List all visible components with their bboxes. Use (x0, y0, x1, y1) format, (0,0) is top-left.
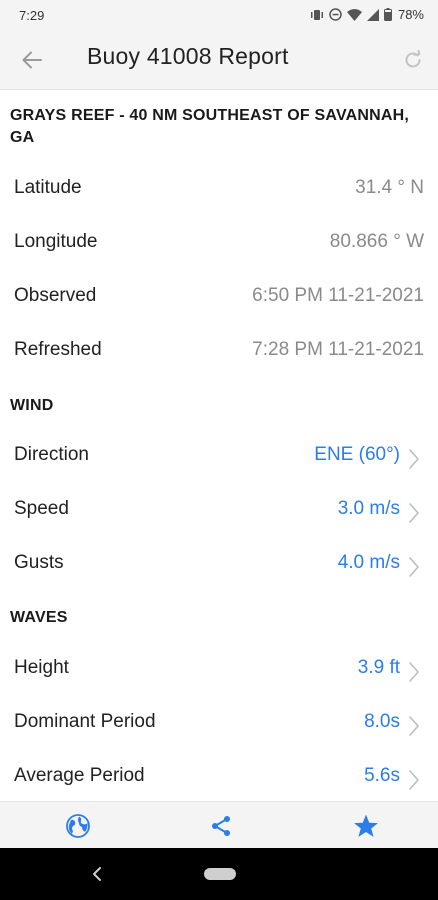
info-row-latitude: Latitude 31.4 ° N (0, 164, 438, 218)
wind-row-gusts[interactable]: Gusts 4.0 m/s (0, 539, 438, 593)
map-button[interactable] (63, 813, 93, 839)
favorite-button[interactable] (351, 813, 381, 839)
globe-icon (66, 814, 90, 838)
nav-back-icon[interactable] (88, 864, 106, 884)
row-label: Observed (14, 285, 97, 306)
row-label: Speed (14, 498, 69, 519)
system-nav-bar (0, 848, 438, 900)
row-value: 31.4 ° N (355, 177, 424, 198)
row-value: 7:28 PM 11-21-2021 (252, 339, 424, 360)
vibrate-icon (310, 9, 323, 20)
row-value: ENE (60°) (314, 444, 400, 465)
nav-home-pill[interactable] (204, 868, 236, 880)
row-value: 4.0 m/s (337, 552, 400, 573)
waves-row-dominant-period[interactable]: Dominant Period 8.0s (0, 698, 438, 752)
row-value: 8.0s (364, 711, 400, 732)
status-icons: 78% (310, 7, 424, 22)
row-label: Direction (14, 444, 89, 465)
info-row-observed: Observed 6:50 PM 11-21-2021 (0, 272, 438, 326)
refresh-button[interactable] (400, 47, 426, 73)
section-header-wind: WIND (10, 397, 54, 414)
row-value: 3.9 ft (357, 657, 400, 678)
back-button[interactable] (16, 46, 48, 74)
row-value: 5.6s (364, 765, 400, 786)
waves-row-average-period[interactable]: Average Period 5.6s (0, 752, 438, 801)
wind-row-direction[interactable]: Direction ENE (60°) (0, 431, 438, 485)
row-label: Latitude (14, 177, 82, 198)
share-button[interactable] (206, 813, 236, 839)
info-row-refreshed: Refreshed 7:28 PM 11-21-2021 (0, 326, 438, 380)
chevron-right-icon (409, 503, 419, 523)
row-label: Average Period (14, 765, 145, 786)
refresh-icon (405, 50, 421, 68)
arrow-left-icon (22, 51, 42, 69)
waves-row-height[interactable]: Height 3.9 ft (0, 644, 438, 698)
row-value: 80.866 ° W (329, 231, 424, 252)
battery-icon (383, 8, 392, 21)
row-value: 3.0 m/s (337, 498, 400, 519)
station-name: GRAYS REEF - 40 NM SOUTHEAST OF SAVANNAH… (10, 107, 410, 146)
page-title: Buoy 41008 Report (87, 43, 289, 69)
row-label: Height (14, 657, 69, 678)
row-label: Dominant Period (14, 711, 156, 732)
status-time: 7:29 (19, 8, 45, 23)
signal-icon (366, 8, 379, 21)
battery-percentage: 78% (397, 7, 424, 22)
chevron-right-icon (409, 770, 419, 790)
star-icon (354, 814, 378, 837)
section-header-waves: WAVES (10, 609, 68, 626)
chevron-right-icon (409, 662, 419, 682)
chevron-right-icon (409, 557, 419, 577)
chevron-right-icon (409, 716, 419, 736)
do-not-disturb-icon (329, 8, 342, 21)
wind-row-speed[interactable]: Speed 3.0 m/s (0, 485, 438, 539)
row-label: Gusts (14, 552, 64, 573)
chevron-right-icon (409, 449, 419, 469)
bottom-toolbar (0, 801, 438, 848)
share-icon (212, 816, 230, 836)
row-value: 6:50 PM 11-21-2021 (252, 285, 424, 306)
wifi-icon (346, 8, 362, 21)
row-label: Refreshed (14, 339, 102, 360)
app-bar: Buoy 41008 Report (0, 30, 438, 90)
row-label: Longitude (14, 231, 98, 252)
info-row-longitude: Longitude 80.866 ° W (0, 218, 438, 272)
report-content[interactable]: GRAYS REEF - 40 NM SOUTHEAST OF SAVANNAH… (0, 91, 438, 801)
status-bar: 7:29 78% (0, 0, 438, 30)
